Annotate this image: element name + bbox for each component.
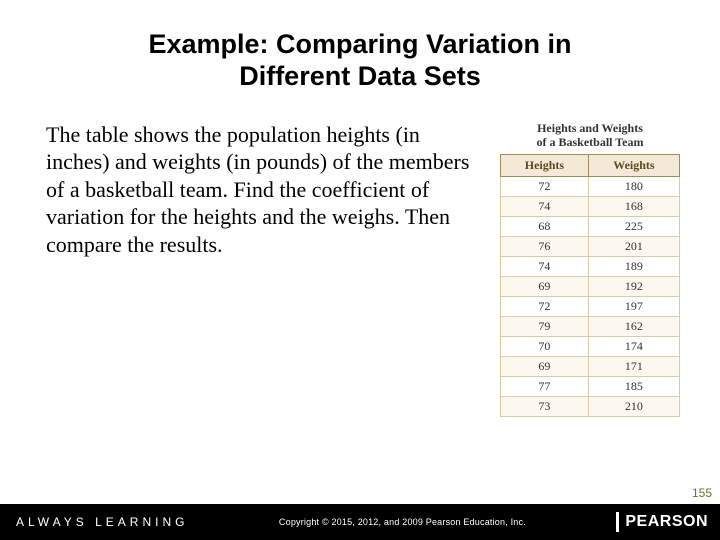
- col-heights: Heights: [501, 154, 589, 176]
- table-caption: Heights and Weights of a Basketball Team: [500, 121, 680, 150]
- cell-weight: 162: [588, 316, 679, 336]
- cell-height: 77: [501, 376, 589, 396]
- heights-weights-table: Heights Weights 721807416868225762017418…: [500, 154, 680, 417]
- copyright-text: Copyright © 2015, 2012, and 2009 Pearson…: [188, 517, 616, 527]
- title-line-2: Different Data Sets: [239, 61, 481, 91]
- cell-weight: 210: [588, 396, 679, 416]
- cell-weight: 180: [588, 176, 679, 196]
- cell-weight: 192: [588, 276, 679, 296]
- data-table-container: Heights and Weights of a Basketball Team…: [500, 121, 680, 417]
- cell-height: 68: [501, 216, 589, 236]
- pearson-bar-icon: [616, 512, 619, 532]
- body-paragraph: The table shows the population heights (…: [46, 121, 476, 417]
- cell-weight: 174: [588, 336, 679, 356]
- table-row: 68225: [501, 216, 680, 236]
- footer-bar: ALWAYS LEARNING Copyright © 2015, 2012, …: [0, 504, 720, 540]
- table-row: 70174: [501, 336, 680, 356]
- cell-height: 74: [501, 256, 589, 276]
- cell-weight: 197: [588, 296, 679, 316]
- table-row: 76201: [501, 236, 680, 256]
- table-row: 74168: [501, 196, 680, 216]
- table-caption-line-1: Heights and Weights: [537, 121, 643, 135]
- table-row: 77185: [501, 376, 680, 396]
- table-row: 69171: [501, 356, 680, 376]
- title-line-1: Example: Comparing Variation in: [148, 29, 571, 59]
- cell-height: 72: [501, 296, 589, 316]
- table-row: 74189: [501, 256, 680, 276]
- cell-weight: 185: [588, 376, 679, 396]
- content-row: The table shows the population heights (…: [0, 93, 720, 417]
- always-learning-text: ALWAYS LEARNING: [0, 515, 188, 529]
- pearson-brand-text: PEARSON: [625, 513, 708, 531]
- table-caption-line-2: of a Basketball Team: [536, 135, 643, 149]
- cell-height: 72: [501, 176, 589, 196]
- table-row: 72180: [501, 176, 680, 196]
- cell-weight: 171: [588, 356, 679, 376]
- cell-weight: 225: [588, 216, 679, 236]
- table-row: 73210: [501, 396, 680, 416]
- table-row: 69192: [501, 276, 680, 296]
- cell-weight: 168: [588, 196, 679, 216]
- cell-weight: 189: [588, 256, 679, 276]
- table-header-row: Heights Weights: [501, 154, 680, 176]
- cell-height: 74: [501, 196, 589, 216]
- table-row: 72197: [501, 296, 680, 316]
- cell-height: 69: [501, 356, 589, 376]
- pearson-logo: PEARSON: [616, 512, 720, 532]
- cell-height: 73: [501, 396, 589, 416]
- cell-height: 69: [501, 276, 589, 296]
- table-body: 7218074168682257620174189691927219779162…: [501, 176, 680, 416]
- cell-weight: 201: [588, 236, 679, 256]
- col-weights: Weights: [588, 154, 679, 176]
- slide-title: Example: Comparing Variation in Differen…: [0, 0, 720, 93]
- cell-height: 70: [501, 336, 589, 356]
- table-row: 79162: [501, 316, 680, 336]
- page-number: 155: [692, 486, 712, 500]
- cell-height: 76: [501, 236, 589, 256]
- cell-height: 79: [501, 316, 589, 336]
